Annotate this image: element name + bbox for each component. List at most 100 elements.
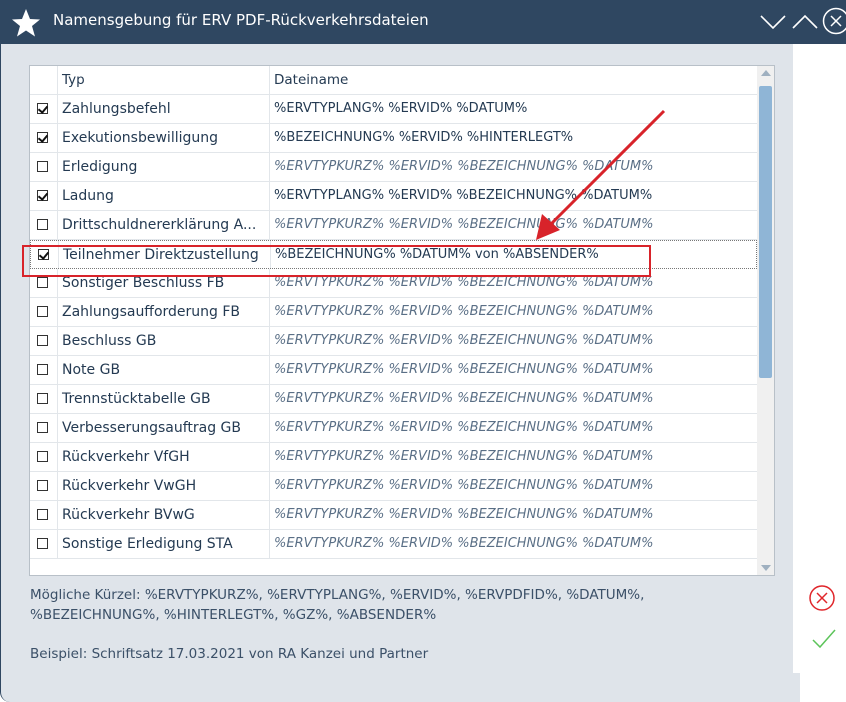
maximize-button[interactable] [790,6,820,36]
table-row[interactable]: Zahlungsbefehl %ERVTYPLANG% %ERVID% %DATU… [30,95,757,124]
table-row[interactable]: Note GB %ERVTYPKURZ% %ERVID% %BEZEICHNUNG… [30,356,757,385]
typ-cell: Verbesserungsauftrag GB [58,414,270,442]
typ-cell: Exekutionsbewilligung [58,124,270,152]
dateiname-cell[interactable]: %ERVTYPLANG% %ERVID% %BEZEICHNUNG% %DATU… [271,182,760,210]
checkbox-cell [30,153,58,181]
row-checkbox[interactable] [37,538,48,549]
table-header: Typ Dateiname [30,66,757,95]
dateiname-cell[interactable]: %ERVTYPKURZ% %ERVID% %BEZEICHNUNG% %DATU… [271,298,760,326]
typ-cell: Rückverkehr VfGH [58,443,270,471]
row-checkbox[interactable] [37,364,48,375]
scroll-down-arrow-icon[interactable] [761,565,771,571]
row-checkbox[interactable] [37,103,48,114]
typ-cell: Note GB [58,356,270,384]
checkbox-cell [30,356,58,384]
row-checkbox[interactable] [37,509,48,520]
table-row[interactable]: Trennstücktabelle GB %ERVTYPKURZ% %ERVID%… [30,385,757,414]
table-row[interactable]: Erledigung %ERVTYPKURZ% %ERVID% %BEZEICHN… [30,153,757,182]
naming-table: Typ Dateiname Zahlungsbefehl %ERVTYPLANG%… [29,65,775,576]
table-row[interactable]: Sonstige Erledigung STA %ERVTYPKURZ% %ERV… [30,530,757,559]
ok-button[interactable] [811,626,837,656]
row-checkbox[interactable] [37,422,48,433]
typ-cell: Zahlungsaufforderung FB [58,298,270,326]
dateiname-cell[interactable]: %ERVTYPKURZ% %ERVID% %BEZEICHNUNG% %DATU… [271,443,760,471]
checkbox-cell [30,211,58,239]
dateiname-cell[interactable]: %ERVTYPKURZ% %ERVID% %BEZEICHNUNG% %DATU… [271,472,760,500]
cancel-icon [809,585,835,611]
column-header-dateiname[interactable]: Dateiname [271,66,760,94]
action-panel [793,44,846,673]
close-icon [822,7,846,35]
checkbox-cell [30,530,58,558]
dateiname-cell[interactable]: %ERVTYPKURZ% %ERVID% %BEZEICHNUNG% %DATU… [271,153,760,181]
checkbox-cell [30,298,58,326]
checkbox-cell [30,182,58,210]
table-row[interactable]: Rückverkehr BVwG %ERVTYPKURZ% %ERVID% %BE… [30,501,757,530]
column-header-typ[interactable]: Typ [58,66,270,94]
title-bar: Namensgebung für ERV PDF-Rückverkehrsdat… [1,0,846,44]
cancel-button[interactable] [807,583,837,617]
dateiname-cell[interactable]: %ERVTYPKURZ% %ERVID% %BEZEICHNUNG% %DATU… [271,385,760,413]
table-row[interactable]: Beschluss GB %ERVTYPKURZ% %ERVID% %BEZEIC… [30,327,757,356]
row-checkbox[interactable] [37,132,48,143]
row-checkbox[interactable] [37,306,48,317]
checkbox-cell [30,385,58,413]
checkbox-cell [30,443,58,471]
codes-line-1: Mögliche Kürzel: %ERVTYPKURZ%, %ERVTYPLA… [30,587,645,603]
highlight-box [22,245,651,277]
row-checkbox[interactable] [37,393,48,404]
dialog-window: Namensgebung für ERV PDF-Rückverkehrsdat… [0,0,846,702]
dateiname-cell[interactable]: %BEZEICHNUNG% %ERVID% %HINTERLEGT% [271,124,760,152]
example-text: Beispiel: Schriftsatz 17.03.2021 von RA … [30,646,429,662]
row-checkbox[interactable] [37,190,48,201]
dateiname-cell[interactable]: %ERVTYPKURZ% %ERVID% %BEZEICHNUNG% %DATU… [271,414,760,442]
row-checkbox[interactable] [37,480,48,491]
available-codes-text: Mögliche Kürzel: %ERVTYPKURZ%, %ERVTYPLA… [30,585,750,625]
table-row[interactable]: Ladung %ERVTYPLANG% %ERVID% %BEZEICHNUNG%… [30,182,757,211]
chevron-down-icon [760,15,786,30]
checkbox-cell [30,472,58,500]
table-row[interactable]: Verbesserungsauftrag GB %ERVTYPKURZ% %ERV… [30,414,757,443]
scroll-up-arrow-icon[interactable] [761,70,771,76]
typ-cell: Zahlungsbefehl [58,95,270,123]
typ-cell: Rückverkehr BVwG [58,501,270,529]
checkbox-cell [30,327,58,355]
minimize-button[interactable] [758,6,788,36]
checkbox-cell [30,95,58,123]
row-checkbox[interactable] [37,161,48,172]
typ-cell: Drittschuldnererklärung A... [58,211,270,239]
table-row[interactable]: Rückverkehr VwGH %ERVTYPKURZ% %ERVID% %BE… [30,472,757,501]
checkbox-cell [30,414,58,442]
dateiname-cell[interactable]: %ERVTYPKURZ% %ERVID% %BEZEICHNUNG% %DATU… [271,530,760,558]
close-button[interactable] [821,6,846,36]
codes-line-2: %BEZEICHNUNG%, %HINTERLEGT%, %GZ%, %ABSE… [30,607,437,623]
dateiname-cell[interactable]: %ERVTYPLANG% %ERVID% %DATUM% [271,95,760,123]
header-checkbox-column [30,66,58,94]
typ-cell: Rückverkehr VwGH [58,472,270,500]
table-row[interactable]: Rückverkehr VfGH %ERVTYPKURZ% %ERVID% %BE… [30,443,757,472]
typ-cell: Sonstige Erledigung STA [58,530,270,558]
row-checkbox[interactable] [37,451,48,462]
table-row[interactable]: Drittschuldnererklärung A... %ERVTYPKURZ%… [30,211,757,240]
typ-cell: Trennstücktabelle GB [58,385,270,413]
typ-cell: Erledigung [58,153,270,181]
window-title: Namensgebung für ERV PDF-Rückverkehrsdat… [53,11,429,29]
table-row[interactable]: Exekutionsbewilligung %BEZEICHNUNG% %ERVI… [30,124,757,153]
dateiname-cell[interactable]: %ERVTYPKURZ% %ERVID% %BEZEICHNUNG% %DATU… [271,327,760,355]
table-row[interactable]: Zahlungsaufforderung FB %ERVTYPKURZ% %ERV… [30,298,757,327]
checkbox-cell [30,124,58,152]
vertical-scrollbar[interactable] [757,66,774,575]
star-icon [12,9,40,37]
checkmark-icon [812,629,836,649]
chevron-up-icon [792,14,818,29]
dateiname-cell[interactable]: %ERVTYPKURZ% %ERVID% %BEZEICHNUNG% %DATU… [271,501,760,529]
dateiname-cell[interactable]: %ERVTYPKURZ% %ERVID% %BEZEICHNUNG% %DATU… [271,356,760,384]
row-checkbox[interactable] [37,335,48,346]
scrollbar-thumb[interactable] [759,86,772,378]
typ-cell: Ladung [58,182,270,210]
checkbox-cell [30,501,58,529]
dateiname-cell[interactable]: %ERVTYPKURZ% %ERVID% %BEZEICHNUNG% %DATU… [271,211,760,239]
typ-cell: Beschluss GB [58,327,270,355]
row-checkbox[interactable] [37,277,48,288]
row-checkbox[interactable] [37,219,48,230]
